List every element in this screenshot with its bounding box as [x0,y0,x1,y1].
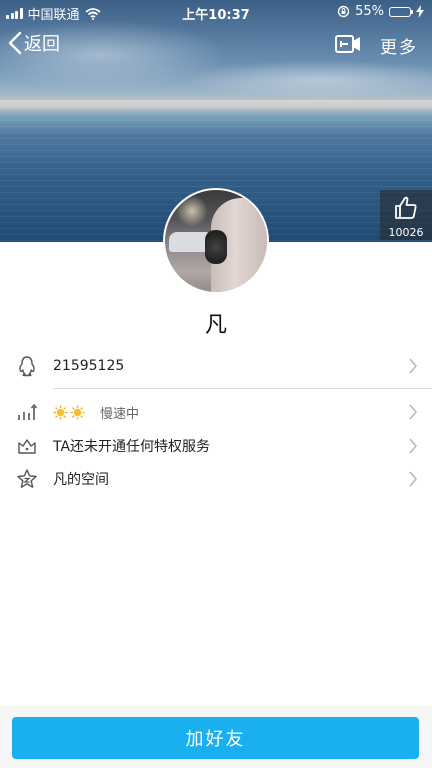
like-button[interactable]: 10026 [380,190,432,240]
level-row[interactable]: 慢速中 [0,395,432,429]
level-badges [53,404,85,420]
penguin-icon [19,356,35,377]
back-button[interactable]: 返回 [8,30,60,56]
battery-percent: 55% [355,4,384,19]
bottom-bar: 加好友 [0,706,432,768]
like-count: 10026 [388,226,424,239]
video-call-button[interactable] [334,32,362,60]
rotation-lock-icon [337,5,350,18]
more-button[interactable]: 更多 [380,33,418,58]
chevron-right-icon [409,404,418,420]
chevron-right-icon [409,358,418,374]
add-friend-button[interactable]: 加好友 [12,717,419,759]
navigation-bar: 返回 更多 [0,28,432,62]
video-call-icon [335,35,360,53]
space-row[interactable]: 凡的空间 [0,462,432,496]
battery-icon [389,6,413,17]
star-icon [17,469,37,488]
chevron-right-icon [409,471,418,487]
charging-icon [416,5,424,18]
thumbs-up-icon [395,196,417,219]
chevron-left-icon [8,31,22,55]
crown-icon [18,439,36,454]
sun-icon [53,404,68,420]
privilege-text: TA还未开通任何特权服务 [53,439,211,455]
avatar[interactable] [163,188,269,294]
level-chart-icon [18,403,38,420]
sun-icon [70,404,85,420]
privilege-row[interactable]: TA还未开通任何特权服务 [0,429,432,463]
status-bar: 中国联通 上午10:37 55% [0,0,432,24]
space-text: 凡的空间 [53,472,109,488]
profile-name: 凡 [204,313,227,338]
level-speed: 慢速中 [100,406,140,422]
divider [53,388,432,389]
qq-number-row[interactable]: 21595125 [0,349,432,383]
qq-number: 21595125 [53,358,125,374]
back-label: 返回 [24,34,60,55]
chevron-right-icon [409,438,418,454]
